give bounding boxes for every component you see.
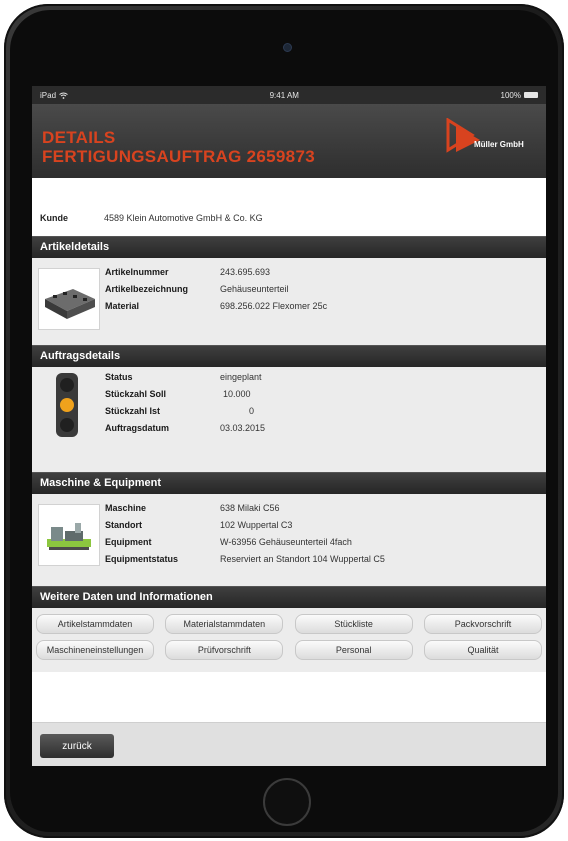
field-label: Stückzahl Soll: [105, 389, 167, 399]
machine-image: [47, 523, 91, 550]
field-label: Maschine: [105, 503, 147, 513]
machine-thumbnail: [38, 504, 100, 566]
wifi-icon: [59, 92, 68, 99]
maschineneinstellungen-button[interactable]: Maschineneinstellungen: [36, 640, 154, 660]
article-thumbnail: [38, 268, 100, 330]
battery-icon: [524, 92, 538, 99]
field-value: 698.256.022 Flexomer 25c: [220, 301, 328, 311]
qualitaet-button[interactable]: Qualität: [423, 640, 542, 660]
page-title: DETAILS FERTIGUNGSAUFTRAG 2659873: [42, 128, 315, 166]
page-header: DETAILS FERTIGUNGSAUFTRAG 2659873 Müller…: [32, 104, 546, 178]
company-logo: Müller GmbH: [446, 118, 536, 162]
stueckliste-button[interactable]: Stückliste: [294, 614, 413, 634]
field-label: Status: [105, 372, 133, 382]
field-label: Artikelbezeichnung: [105, 284, 189, 294]
field-value: 243.695.693: [220, 267, 271, 277]
more-buttons: Artikelstammdaten Materialstammdaten Stü…: [32, 608, 546, 672]
materialstammdaten-button[interactable]: Materialstammdaten: [165, 614, 284, 634]
field-label: Material: [105, 301, 140, 311]
battery-status: 100%: [501, 91, 538, 100]
section-order: Status eingeplant Stückzahl Soll 10.000 St…: [32, 367, 546, 472]
company-name: Müller GmbH: [474, 140, 524, 149]
field-label: Standort: [105, 520, 142, 530]
field-label: Stückzahl Ist: [105, 406, 161, 416]
title-line-1: DETAILS: [42, 128, 116, 147]
field-label: Equipmentstatus: [105, 554, 179, 564]
customer-row: Kunde 4589 Klein Automotive GmbH & Co. K…: [32, 178, 546, 236]
customer-label: Kunde: [40, 213, 68, 223]
button-row: Maschineneinstellungen Prüfvorschrift Pe…: [36, 640, 542, 660]
status-bar: iPad 9:41 AM 100%: [32, 86, 546, 104]
back-button[interactable]: zurück: [40, 734, 114, 758]
personal-button[interactable]: Personal: [294, 640, 413, 660]
home-button[interactable]: [263, 778, 311, 826]
field-label: Equipment: [105, 537, 152, 547]
field-value: 10.000: [223, 389, 251, 399]
artikelstammdaten-button[interactable]: Artikelstammdaten: [36, 614, 154, 634]
battery-percent: 100%: [500, 90, 521, 100]
footer-bar: zurück: [32, 722, 546, 766]
section-article: Artikelnummer 243.695.693 Artikelbezeichn…: [32, 258, 546, 345]
section-article-header: Artikeldetails: [32, 236, 546, 258]
title-line-2: FERTIGUNGSAUFTRAG 2659873: [42, 147, 315, 166]
status-bar-left: iPad: [40, 91, 68, 100]
pruefvorschrift-button[interactable]: Prüfvorschrift: [165, 640, 284, 660]
section-more-header: Weitere Daten und Informationen: [32, 586, 546, 608]
packvorschrift-button[interactable]: Packvorschrift: [423, 614, 542, 634]
section-machine-header: Maschine & Equipment: [32, 472, 546, 494]
status-time: 9:41 AM: [269, 90, 299, 100]
customer-value: 4589 Klein Automotive GmbH & Co. KG: [104, 213, 263, 223]
device-label: iPad: [40, 90, 57, 100]
field-value: Gehäuseunterteil: [220, 284, 289, 294]
field-value: eingeplant: [220, 372, 262, 382]
field-label: Artikelnummer: [105, 267, 169, 277]
field-value: W-63956 Gehäuseunterteil 4fach: [220, 537, 352, 547]
housing-part-image: [45, 289, 95, 319]
field-label: Auftragsdatum: [105, 423, 170, 433]
traffic-light-icon: [56, 373, 78, 437]
button-row: Artikelstammdaten Materialstammdaten Stü…: [36, 614, 542, 634]
field-value: Reserviert an Standort 104 Wuppertal C5: [220, 554, 385, 564]
section-machine: Maschine 638 Milaki C56 Standort 102 Wuppe…: [32, 494, 546, 586]
section-order-header: Auftragsdetails: [32, 345, 546, 367]
field-value: 102 Wuppertal C3: [220, 520, 293, 530]
field-value: 638 Milaki C56: [220, 503, 280, 513]
app-screen: iPad 9:41 AM 100% DETAILS FERTIGUNGSAUFT…: [32, 86, 546, 766]
field-value: 03.03.2015: [220, 423, 266, 433]
camera-icon: [283, 43, 292, 52]
field-value: 0: [249, 406, 255, 416]
